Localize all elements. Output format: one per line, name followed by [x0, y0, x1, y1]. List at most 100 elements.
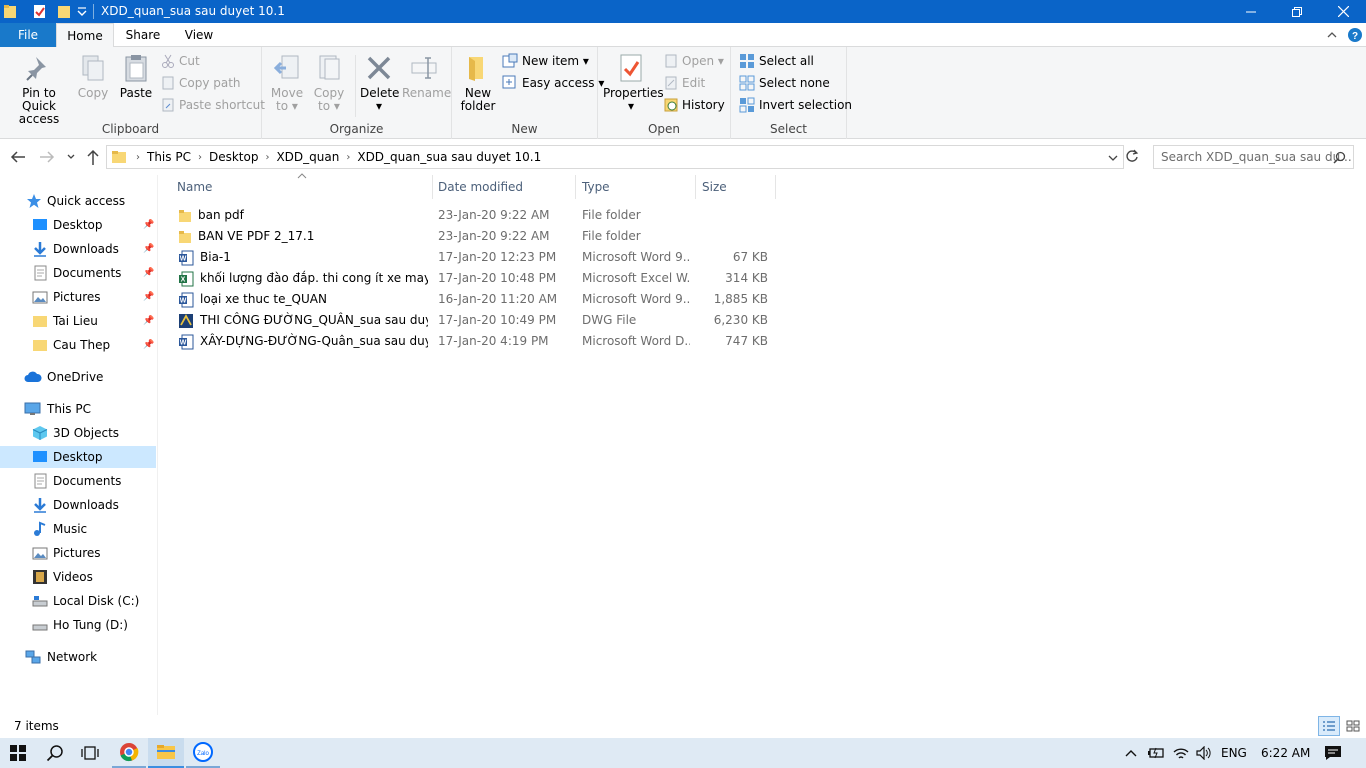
nav-quick-downloads[interactable]: Downloads 📌	[32, 238, 158, 260]
nav-ho-tung-d[interactable]: Ho Tung (D:)	[32, 614, 128, 636]
nav-music[interactable]: Music	[32, 518, 87, 540]
copy-to-button[interactable]: Copy to ▾	[311, 53, 347, 113]
back-arrow-icon[interactable]	[10, 150, 26, 164]
start-button[interactable]	[0, 738, 36, 768]
delete-button[interactable]: Delete ▾	[360, 53, 399, 113]
nav-quick-tai-lieu[interactable]: Tai Lieu 📌	[32, 310, 158, 332]
nav-quick-pictures[interactable]: Pictures 📌	[32, 286, 158, 308]
column-separator[interactable]	[575, 175, 576, 199]
pin-icon[interactable]: 📌	[143, 262, 154, 284]
table-row[interactable]: W XÂY-DỰNG-ĐƯỜNG-Quân_sua sau duyet 17-Jan…	[174, 331, 774, 352]
nav-quick-documents[interactable]: Documents 📌	[32, 262, 158, 284]
file-name-cell[interactable]: Wloại xe thuc te_QUAN	[178, 289, 428, 310]
column-header-type[interactable]: Type	[582, 175, 694, 199]
nav-onedrive[interactable]: OneDrive	[24, 366, 103, 388]
nav-downloads[interactable]: Downloads	[32, 494, 119, 516]
nav-quick-access[interactable]: Quick access	[26, 190, 125, 212]
table-row[interactable]: THI CÔNG ĐƯỜNG_QUÂN_sua sau duyet 17-Jan-…	[174, 310, 774, 331]
table-row[interactable]: ban pdf 23-Jan-20 9:22 AM File folder	[174, 205, 774, 226]
column-separator[interactable]	[432, 175, 433, 199]
tab-file[interactable]: File	[0, 23, 56, 47]
file-name-cell[interactable]: Xkhối lượng đào đắp. thi cong ít xe may …	[178, 268, 428, 289]
pane-divider[interactable]	[157, 175, 158, 715]
speaker-icon[interactable]	[1195, 746, 1213, 760]
paste-shortcut-button[interactable]: Paste shortcut	[161, 95, 265, 115]
up-arrow-icon[interactable]	[85, 148, 101, 166]
nav-quick-cau-thep[interactable]: Cau Thep 📌	[32, 334, 158, 356]
breadcrumb-separator[interactable]: ›	[262, 152, 272, 163]
move-to-button[interactable]: Move to ▾	[269, 53, 305, 113]
action-center-notification-icon[interactable]	[1324, 745, 1342, 761]
pin-to-quick-access-button[interactable]: Pin to Quick access	[6, 53, 72, 126]
refresh-icon[interactable]	[1125, 149, 1139, 163]
taskbar-file-explorer[interactable]	[148, 738, 184, 768]
history-button[interactable]: History	[664, 95, 725, 115]
pin-icon[interactable]: 📌	[143, 238, 154, 260]
new-folder-button[interactable]: New folder	[458, 53, 498, 113]
restore-button[interactable]	[1274, 0, 1320, 23]
battery-plug-icon[interactable]	[1147, 746, 1165, 760]
breadcrumb-current-folder[interactable]: XDD_quan_sua sau duyet 10.1	[353, 150, 545, 164]
rename-button[interactable]: Rename	[402, 53, 451, 100]
tab-home[interactable]: Home	[56, 23, 114, 48]
copy-button[interactable]: Copy	[76, 53, 110, 100]
tab-share[interactable]: Share	[116, 23, 170, 47]
column-header-date-modified[interactable]: Date modified	[438, 175, 574, 199]
customize-qa-chevron-icon[interactable]	[76, 3, 88, 20]
show-hidden-icons-chevron-icon[interactable]	[1125, 748, 1137, 758]
properties-button[interactable]: Properties ▾	[603, 53, 664, 113]
input-language-indicator[interactable]: ENG	[1221, 738, 1247, 768]
nav-documents[interactable]: Documents	[32, 470, 121, 492]
clock[interactable]: 6:22 AM	[1261, 738, 1310, 768]
select-all-button[interactable]: Select all	[739, 51, 814, 71]
table-row[interactable]: BAN VE PDF 2_17.1 23-Jan-20 9:22 AM File f…	[174, 226, 774, 247]
file-name-cell[interactable]: W Bia-1	[178, 247, 428, 268]
address-dropdown-chevron-icon[interactable]	[1107, 153, 1119, 163]
table-row[interactable]: Wloại xe thuc te_QUAN 16-Jan-20 11:20 AM M…	[174, 289, 774, 310]
pin-icon[interactable]: 📌	[143, 286, 154, 308]
details-view-button[interactable]	[1318, 716, 1340, 736]
column-header-name[interactable]: Name	[177, 175, 431, 199]
properties-qa-icon[interactable]	[32, 3, 48, 20]
minimize-button[interactable]	[1228, 0, 1274, 23]
paste-button[interactable]: Paste	[117, 53, 155, 100]
nav-this-pc[interactable]: This PC	[24, 398, 91, 420]
task-view-button[interactable]	[73, 738, 107, 768]
easy-access-button[interactable]: Easy access ▾	[502, 73, 604, 93]
nav-quick-desktop[interactable]: Desktop 📌	[32, 214, 158, 236]
copy-path-button[interactable]: Copy path	[161, 73, 241, 93]
open-button[interactable]: Open ▾	[664, 51, 724, 71]
new-item-button[interactable]: New item ▾	[502, 51, 589, 71]
breadcrumb-this-pc[interactable]: This PC	[143, 150, 195, 164]
cut-button[interactable]: Cut	[161, 51, 200, 71]
column-separator[interactable]	[695, 175, 696, 199]
column-separator[interactable]	[775, 175, 776, 199]
help-icon[interactable]: ?	[1347, 27, 1363, 43]
file-name-cell[interactable]: W XÂY-DỰNG-ĐƯỜNG-Quân_sua sau duyet	[178, 331, 428, 352]
file-name-cell[interactable]: ban pdf	[178, 205, 428, 226]
file-name-cell[interactable]: THI CÔNG ĐƯỜNG_QUÂN_sua sau duyet	[178, 310, 428, 331]
pin-icon[interactable]: 📌	[143, 214, 154, 236]
column-header-size[interactable]: Size	[702, 175, 774, 199]
breadcrumb-separator[interactable]: ›	[195, 152, 205, 163]
taskbar-chrome[interactable]	[112, 738, 146, 768]
nav-local-disk-c[interactable]: Local Disk (C:)	[32, 590, 139, 612]
breadcrumb-desktop[interactable]: Desktop	[205, 150, 263, 164]
taskbar-search-button[interactable]	[38, 738, 72, 768]
invert-selection-button[interactable]: Invert selection	[739, 95, 852, 115]
nav-3d-objects[interactable]: 3D Objects	[32, 422, 119, 444]
tab-view[interactable]: View	[172, 23, 226, 47]
close-button[interactable]	[1320, 0, 1366, 23]
nav-pictures[interactable]: Pictures	[32, 542, 101, 564]
nav-desktop-selected[interactable]: Desktop	[0, 446, 156, 468]
table-row[interactable]: W Bia-1 17-Jan-20 12:23 PM Microsoft Word 9…	[174, 247, 774, 268]
select-none-button[interactable]: Select none	[739, 73, 830, 93]
file-name-cell[interactable]: BAN VE PDF 2_17.1	[178, 226, 428, 247]
search-input[interactable]: Search XDD_quan_sua sau du...	[1153, 145, 1354, 169]
pin-icon[interactable]: 📌	[143, 334, 154, 356]
table-row[interactable]: Xkhối lượng đào đắp. thi cong ít xe may …	[174, 268, 774, 289]
taskbar-zalo[interactable]: Zalo	[186, 738, 220, 768]
collapse-ribbon-chevron-icon[interactable]	[1326, 30, 1338, 40]
recent-locations-chevron-icon[interactable]	[66, 152, 76, 162]
breadcrumb-separator[interactable]: ›	[343, 152, 353, 163]
